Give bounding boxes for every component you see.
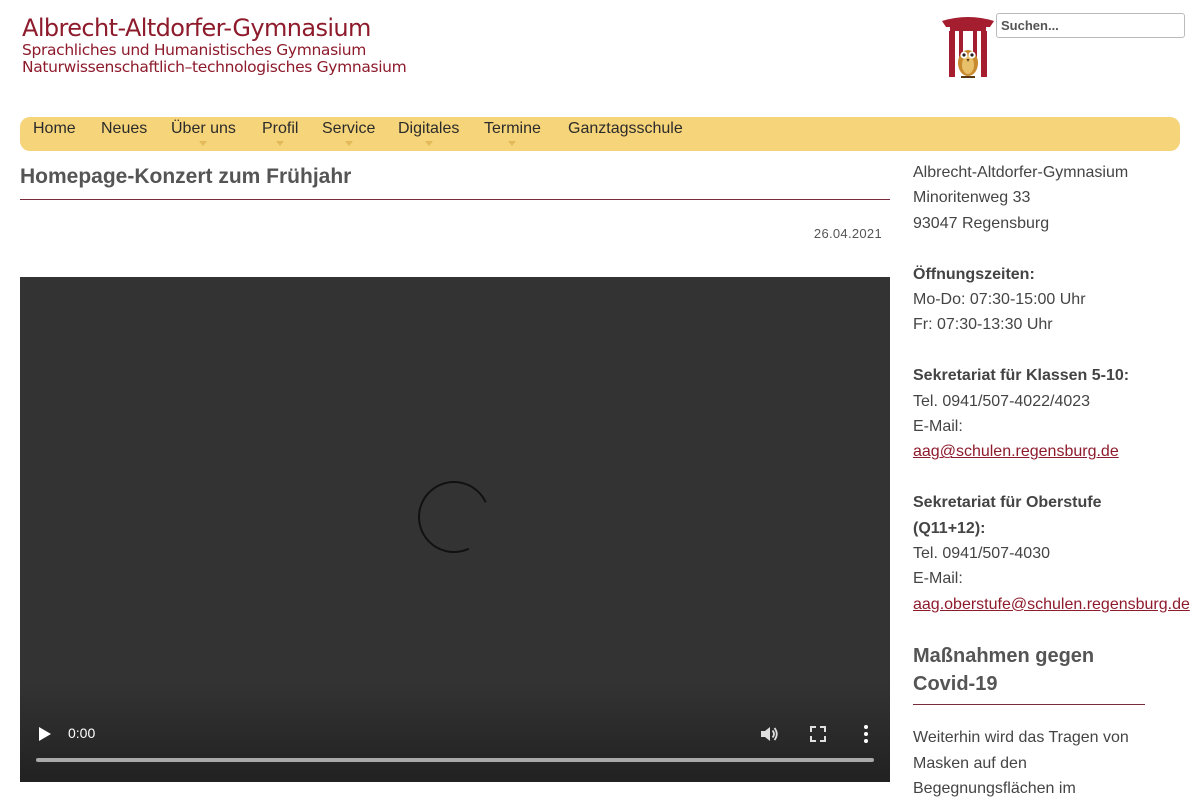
- secretariat-upper-heading-grades: (Q11+12):: [913, 519, 986, 537]
- site-logo[interactable]: Albrecht-Altdorfer-Gymnasium Sprachliche…: [22, 14, 422, 76]
- video-seek-bar[interactable]: [36, 758, 874, 762]
- nav-label: Service: [322, 120, 376, 137]
- nav-label: Über uns: [171, 120, 236, 137]
- logo-title: Albrecht-Altdorfer-Gymnasium: [22, 14, 371, 42]
- secretariat-upper-email-link[interactable]: aag.oberstufe@schulen.regensburg.de: [913, 596, 1190, 613]
- school-name: Albrecht-Altdorfer-Gymnasium: [913, 164, 1129, 181]
- nav-item-service[interactable]: Service: [322, 117, 375, 151]
- covid-text: Weiterhin wird das Tragen von Masken auf…: [913, 725, 1153, 800]
- volume-icon[interactable]: [758, 723, 780, 745]
- submenu-arrow-icon: [344, 141, 353, 146]
- article-date: 26.04.2021: [813, 226, 882, 241]
- video-player[interactable]: 0:00: [20, 277, 890, 782]
- nav-item-profil[interactable]: Profil: [262, 117, 298, 151]
- logo-subtitle-science: Naturwissenschaftlich–technologisches Gy…: [22, 58, 407, 76]
- secretariat-upper-heading: Sekretariat für Oberstufe: [913, 494, 1102, 512]
- nav-item-digitales[interactable]: Digitales: [398, 117, 459, 151]
- covid-section-title: Maßnahmen gegen Covid-19: [913, 642, 1145, 698]
- opening-hours-heading: Öffnungszeiten:: [913, 265, 1035, 283]
- nav-item-neues[interactable]: Neues: [101, 117, 147, 151]
- nav-item-termine[interactable]: Termine: [484, 117, 541, 151]
- nav-item-ganztagsschule[interactable]: Ganztagsschule: [568, 117, 683, 151]
- secretariat-lower-heading: Sekretariat für Klassen 5-10:: [913, 367, 1130, 385]
- secretariat-lower-phone: Tel. 0941/507-4022/4023: [913, 392, 1091, 410]
- more-options-icon[interactable]: [856, 723, 876, 745]
- covid-divider: [913, 704, 1145, 705]
- school-city: 93047 Regensburg: [913, 214, 1050, 232]
- nav-label: Termine: [484, 120, 541, 137]
- secretariat-lower-email-link[interactable]: aag@schulen.regensburg.de: [913, 443, 1119, 460]
- submenu-arrow-icon: [199, 141, 208, 146]
- opening-hours-mo-do: Mo-Do: 07:30-15:00 Uhr: [913, 291, 1086, 309]
- fullscreen-icon[interactable]: [808, 724, 828, 744]
- covid-text-line: Begegnungsflächen im: [913, 780, 1076, 797]
- nav-label: Neues: [101, 120, 148, 137]
- submenu-arrow-icon: [424, 141, 433, 146]
- search-input[interactable]: [996, 13, 1185, 38]
- school-street: Minoritenweg 33: [913, 189, 1031, 207]
- submenu-arrow-icon: [276, 141, 285, 146]
- main-navigation: Home Neues Über uns Profil Service Digit…: [20, 117, 1180, 151]
- nav-label: Ganztagsschule: [568, 120, 683, 137]
- logo-subtitle-language: Sprachliches und Humanistisches Gymnasiu…: [22, 41, 366, 59]
- nav-label: Digitales: [398, 120, 460, 137]
- nav-item-ueber-uns[interactable]: Über uns: [171, 117, 236, 151]
- covid-title-line: Maßnahmen gegen: [913, 645, 1095, 667]
- covid-text-line: Weiterhin wird das Tragen von: [913, 729, 1129, 746]
- covid-text-line: Masken auf den: [913, 754, 1027, 772]
- nav-label: Home: [33, 120, 76, 137]
- covid-title-line: Covid-19: [913, 673, 998, 695]
- secretariat-upper-phone: Tel. 0941/507-4030: [913, 545, 1050, 563]
- video-current-time: 0:00: [68, 725, 96, 741]
- article-title: Homepage-Konzert zum Frühjahr: [20, 165, 352, 188]
- loading-spinner-icon: [407, 470, 501, 564]
- nav-item-home[interactable]: Home: [33, 117, 76, 151]
- contact-sidebar: Albrecht-Altdorfer-Gymnasium Minoritenwe…: [913, 160, 1200, 617]
- title-divider: [20, 199, 890, 200]
- opening-hours-fr: Fr: 07:30-13:30 Uhr: [913, 316, 1053, 334]
- secretariat-lower-email-label: E-Mail:: [913, 418, 963, 436]
- owl-crest-icon: [942, 17, 994, 78]
- play-icon[interactable]: [36, 724, 54, 744]
- submenu-arrow-icon: [508, 141, 517, 146]
- secretariat-upper-email-label: E-Mail:: [913, 570, 963, 588]
- nav-label: Profil: [262, 120, 299, 137]
